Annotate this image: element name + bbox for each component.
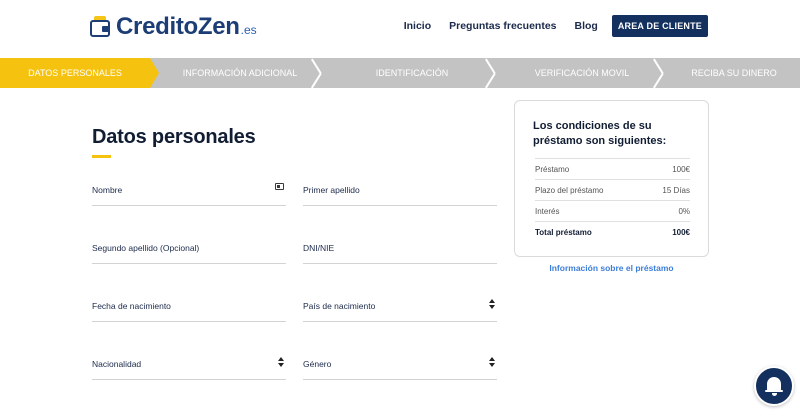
site-header: CreditoZen .es Inicio Preguntas frecuent… bbox=[0, 0, 800, 58]
summary-value: 100€ bbox=[672, 227, 690, 237]
nav-preguntas-frecuentes[interactable]: Preguntas frecuentes bbox=[449, 20, 556, 32]
summary-label: Total préstamo bbox=[535, 227, 592, 237]
nav-blog[interactable]: Blog bbox=[575, 20, 598, 32]
step-verificacion-movil: VERIFICACIÓN MOVIL bbox=[534, 68, 630, 78]
id-card-icon bbox=[275, 183, 284, 190]
title-underline bbox=[92, 155, 111, 158]
summary-title: Los condiciones de su préstamo son sigui… bbox=[533, 120, 667, 147]
step-identificacion: IDENTIFICACIÓN bbox=[375, 68, 449, 78]
summary-label: Interés bbox=[535, 206, 560, 216]
loan-summary-card: Los condiciones de su préstamo son sigui… bbox=[514, 100, 709, 257]
field-label: Segundo apellido (Opcional) bbox=[92, 243, 200, 253]
summary-row-plazo: Plazo del préstamo 15 Días bbox=[535, 179, 690, 200]
sort-arrows-icon bbox=[489, 299, 495, 309]
progress-stepper: DATOS PERSONALES INFORMACIÓN ADICIONAL I… bbox=[0, 58, 800, 88]
field-label: Nacionalidad bbox=[92, 359, 142, 369]
nav-inicio[interactable]: Inicio bbox=[404, 20, 431, 32]
summary-row-prestamo: Préstamo 100€ bbox=[535, 158, 690, 179]
segundo-apellido-field[interactable]: Segundo apellido (Opcional) bbox=[92, 238, 286, 264]
loan-info-link[interactable]: Información sobre el préstamo bbox=[514, 263, 709, 273]
fecha-nacimiento-field[interactable]: Fecha de nacimiento bbox=[92, 296, 286, 322]
step-datos-personales: DATOS PERSONALES bbox=[0, 58, 159, 88]
page-title: Datos personales bbox=[92, 126, 256, 148]
field-label: País de nacimiento bbox=[303, 301, 376, 311]
field-label: Primer apellido bbox=[303, 185, 360, 195]
primer-apellido-field[interactable]: Primer apellido bbox=[303, 180, 497, 206]
logo-tld: .es bbox=[240, 23, 257, 37]
nombre-field[interactable]: Nombre bbox=[92, 180, 286, 206]
field-label: Nombre bbox=[92, 185, 123, 195]
dni-nie-field[interactable]: DNI/NIE bbox=[303, 238, 497, 264]
nacionalidad-select[interactable]: Nacionalidad bbox=[92, 354, 286, 380]
field-label: Género bbox=[303, 359, 332, 369]
summary-value: 100€ bbox=[672, 164, 690, 174]
step-reciba-su-dinero: RECIBA SU DINERO bbox=[691, 68, 777, 78]
area-cliente-button[interactable]: AREA DE CLIENTE bbox=[611, 15, 708, 37]
notification-button[interactable] bbox=[754, 366, 794, 406]
genero-select[interactable]: Género bbox=[303, 354, 497, 380]
step-informacion-adicional: INFORMACIÓN ADICIONAL bbox=[182, 68, 298, 78]
field-label: DNI/NIE bbox=[303, 243, 335, 253]
sort-arrows-icon bbox=[489, 357, 495, 367]
sort-arrows-icon bbox=[278, 357, 284, 367]
summary-value: 15 Días bbox=[662, 185, 690, 195]
summary-value: 0% bbox=[678, 206, 690, 216]
summary-row-total: Total préstamo 100€ bbox=[535, 221, 690, 242]
summary-row-interes: Interés 0% bbox=[535, 200, 690, 221]
main-nav: Inicio Preguntas frecuentes Blog AREA DE… bbox=[386, 15, 708, 37]
wallet-icon bbox=[90, 16, 112, 38]
logo[interactable]: CreditoZen .es bbox=[90, 12, 257, 40]
pais-nacimiento-select[interactable]: País de nacimiento bbox=[303, 296, 497, 322]
logo-name: CreditoZen bbox=[116, 13, 240, 40]
summary-label: Plazo del préstamo bbox=[535, 185, 604, 195]
step-separator bbox=[316, 58, 328, 88]
summary-table: Préstamo 100€ Plazo del préstamo 15 Días… bbox=[535, 158, 690, 242]
field-label: Fecha de nacimiento bbox=[92, 301, 171, 311]
summary-label: Préstamo bbox=[535, 164, 570, 174]
